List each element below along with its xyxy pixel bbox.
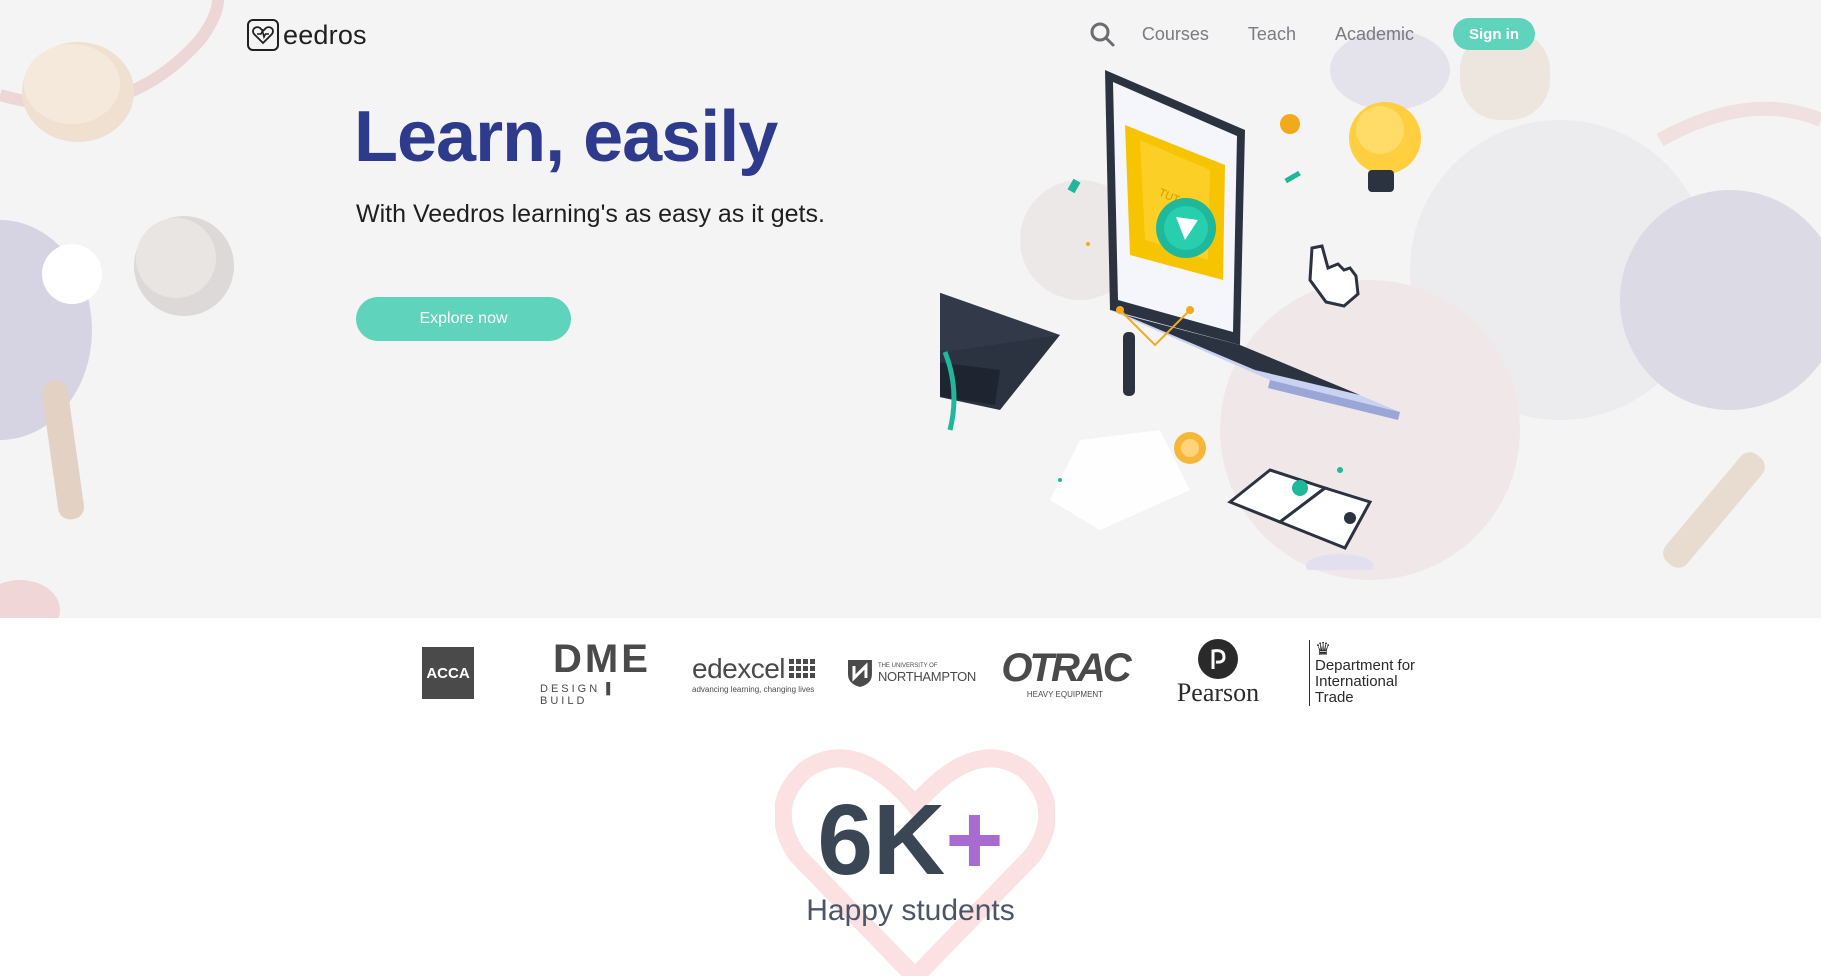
edexcel-logo-sub: advancing learning, changing lives: [692, 684, 815, 694]
northampton-shield-icon: [847, 660, 872, 687]
happy-students-label: Happy students: [806, 894, 1015, 927]
dit-logo-line1: Department for: [1315, 657, 1416, 675]
nav-right: Courses Teach Academic Sign in: [1088, 18, 1535, 50]
partner-logo-dme: DME DESIGN ▌ BUILD: [540, 618, 664, 728]
partner-logo-dit: ♛ Department for International Trade: [1309, 618, 1439, 728]
brand-logo[interactable]: eedros: [247, 19, 367, 51]
dot-grid-icon: [789, 659, 816, 678]
crest-icon: ♛: [1315, 639, 1332, 660]
hero-section: eedros Courses Teach Academic Sign in Le…: [0, 0, 1821, 618]
lightbulb-illustration: [1349, 102, 1421, 192]
nav-link-teach[interactable]: Teach: [1248, 24, 1296, 45]
brand-name: eedros: [283, 19, 367, 50]
acca-logo-text: ACCA: [422, 647, 474, 699]
hero-subline: With Veedros learning's as easy as it ge…: [356, 200, 825, 228]
partner-logos-strip: ACCA DME DESIGN ▌ BUILD edexcel advancin…: [0, 618, 1821, 728]
otrac-logo-sub: HEAVY EQUIPMENT: [1026, 689, 1104, 699]
paper-illustration: [1050, 430, 1190, 530]
partner-logo-northampton: THE UNIVERSITY OF NORTHAMPTON: [846, 618, 976, 728]
stat-number-value: 6K: [817, 784, 946, 896]
partner-logo-pearson: Pearson: [1168, 618, 1268, 728]
search-icon[interactable]: [1088, 20, 1116, 48]
partner-logo-edexcel: edexcel advancing learning, changing liv…: [692, 618, 822, 728]
heart-logo-icon: [247, 19, 279, 51]
partner-logo-otrac: OTRAC HEAVY EQUIPMENT: [1001, 618, 1131, 728]
otrac-logo-main: OTRAC: [1001, 645, 1131, 690]
partner-logo-acca: ACCA: [422, 618, 474, 728]
medal-icon: [1181, 439, 1199, 457]
dme-logo-sub: DESIGN ▌ BUILD: [540, 683, 618, 707]
graduation-cap-illustration: [940, 292, 1060, 431]
hero-illustration: TUTORIAL: [940, 70, 1421, 570]
happy-students-count: 6K+: [0, 790, 1821, 890]
nav-link-academic[interactable]: Academic: [1335, 24, 1414, 45]
edexcel-logo-main: edexcel: [692, 652, 786, 684]
sign-in-button[interactable]: Sign in: [1453, 18, 1535, 50]
dit-logo-line2: International Trade: [1315, 673, 1398, 706]
dme-logo-main: DME: [553, 637, 651, 681]
northampton-logo-main: NORTHAMPTON: [877, 668, 976, 684]
open-book-illustration: [1227, 468, 1374, 570]
coin-icon: [1280, 114, 1300, 134]
nav-link-courses[interactable]: Courses: [1142, 24, 1209, 45]
stat-plus-sign: +: [945, 784, 1004, 896]
pointer-hand-icon: [1308, 244, 1360, 308]
pearson-p-icon: [1198, 638, 1238, 679]
pearson-logo-text: Pearson: [1176, 677, 1260, 707]
background-decoration: [0, 0, 1821, 618]
hero-headline: Learn, easily: [354, 97, 778, 177]
explore-now-button[interactable]: Explore now: [356, 297, 571, 341]
top-navigation: eedros Courses Teach Academic Sign in: [0, 0, 1821, 70]
